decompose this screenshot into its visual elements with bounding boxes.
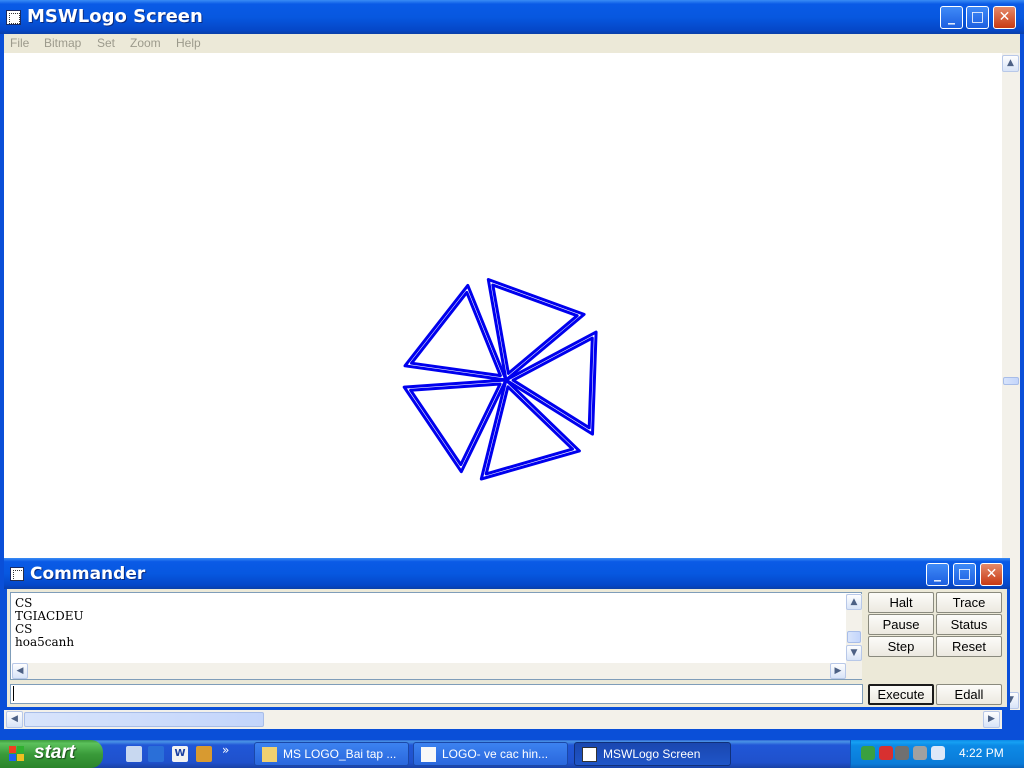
- commander-maximize-button[interactable]: □: [953, 563, 976, 586]
- word-icon[interactable]: W: [172, 746, 188, 762]
- menu-bar: File Bitmap Set Zoom Help: [4, 34, 1020, 53]
- scroll-right-icon[interactable]: ▶: [983, 711, 1000, 728]
- scroll-thumb[interactable]: [24, 712, 264, 727]
- clock[interactable]: 4:22 PM: [959, 746, 1004, 760]
- scroll-left-icon[interactable]: ◀: [6, 711, 23, 728]
- maximize-button[interactable]: □: [966, 6, 989, 29]
- task-logo-document[interactable]: LOGO- ve cac hin...: [413, 742, 568, 766]
- maximize-icon: □: [970, 9, 985, 25]
- close-icon: ✕: [998, 9, 1011, 25]
- ie-icon[interactable]: [148, 746, 164, 762]
- history-line[interactable]: hoa5canh: [15, 636, 84, 649]
- turtle-drawing: [402, 278, 598, 481]
- commander-window: Commander _ □ ✕ CS TGIACDEU CS hoa5canh …: [4, 558, 1010, 710]
- petal-outline: [511, 336, 594, 430]
- reset-button[interactable]: Reset: [936, 636, 1002, 657]
- app-icon[interactable]: [6, 10, 21, 25]
- halt-button[interactable]: Halt: [868, 592, 934, 613]
- windows-logo-icon: [9, 746, 26, 763]
- command-input[interactable]: [10, 684, 863, 704]
- menu-help[interactable]: Help: [176, 36, 201, 50]
- close-button[interactable]: ✕: [993, 6, 1016, 29]
- commander-close-button[interactable]: ✕: [980, 563, 1003, 586]
- history-list: CS TGIACDEU CS hoa5canh: [15, 597, 84, 649]
- history-vertical-scrollbar[interactable]: ▲ ▼: [846, 594, 862, 679]
- quick-launch-overflow[interactable]: »: [222, 743, 229, 757]
- pause-button[interactable]: Pause: [868, 614, 934, 635]
- start-label: start: [34, 742, 76, 763]
- menu-zoom[interactable]: Zoom: [130, 36, 161, 50]
- security-shield-icon[interactable]: [879, 746, 893, 760]
- menu-file[interactable]: File: [10, 36, 29, 50]
- folder-icon: [262, 747, 277, 762]
- main-title-bar[interactable]: MSWLogo Screen _ □ ✕: [0, 0, 1024, 34]
- word-doc-icon: [421, 747, 436, 762]
- edall-button[interactable]: Edall: [936, 684, 1002, 705]
- task-label: LOGO- ve cac hin...: [442, 747, 549, 761]
- step-button[interactable]: Step: [868, 636, 934, 657]
- scroll-down-icon[interactable]: ▼: [846, 645, 862, 661]
- command-history[interactable]: CS TGIACDEU CS hoa5canh ◀ ▶ ▲ ▼: [10, 592, 862, 680]
- menu-bitmap[interactable]: Bitmap: [44, 36, 81, 50]
- execute-button[interactable]: Execute: [868, 684, 934, 705]
- trace-button[interactable]: Trace: [936, 592, 1002, 613]
- commander-title: Commander: [30, 564, 146, 584]
- maximize-icon: □: [957, 566, 972, 582]
- commander-body: CS TGIACDEU CS hoa5canh ◀ ▶ ▲ ▼ Halt Tra…: [7, 589, 1007, 707]
- commander-title-bar[interactable]: Commander _ □ ✕: [4, 558, 1010, 589]
- task-ms-logo-folder[interactable]: MS LOGO_Bai tap ...: [254, 742, 409, 766]
- taskbar: start W » MS LOGO_Bai tap ... LOGO- ve c…: [0, 740, 1024, 768]
- commander-minimize-button[interactable]: _: [926, 563, 949, 586]
- commander-app-icon[interactable]: [10, 567, 24, 581]
- task-label: MSWLogo Screen: [603, 747, 701, 761]
- scroll-left-icon[interactable]: ◀: [12, 663, 28, 679]
- language-icon[interactable]: [931, 746, 945, 760]
- canvas-horizontal-scrollbar[interactable]: ◀ ▶: [4, 710, 1002, 729]
- history-horizontal-scrollbar[interactable]: ◀ ▶: [12, 663, 846, 679]
- scroll-thumb[interactable]: [847, 631, 861, 643]
- task-label: MS LOGO_Bai tap ...: [283, 747, 397, 761]
- display-icon[interactable]: [895, 746, 909, 760]
- app-icon[interactable]: [196, 746, 212, 762]
- minimize-icon: _: [934, 566, 941, 582]
- network-icon[interactable]: [861, 746, 875, 760]
- minimize-button[interactable]: _: [940, 6, 963, 29]
- task-mswlogo-screen[interactable]: MSWLogo Screen: [574, 742, 731, 766]
- system-tray: 4:22 PM: [850, 740, 1024, 768]
- logo-app-icon: [582, 747, 597, 762]
- menu-set[interactable]: Set: [97, 36, 115, 50]
- scroll-up-icon[interactable]: ▲: [846, 594, 862, 610]
- status-button[interactable]: Status: [936, 614, 1002, 635]
- minimize-icon: _: [948, 9, 955, 25]
- scroll-up-icon[interactable]: ▲: [1002, 55, 1019, 72]
- scroll-thumb[interactable]: [1003, 377, 1019, 385]
- volume-icon[interactable]: [913, 746, 927, 760]
- notepad-icon[interactable]: [126, 746, 142, 762]
- main-window-title: MSWLogo Screen: [27, 6, 203, 27]
- start-button[interactable]: start: [0, 740, 103, 768]
- scroll-right-icon[interactable]: ▶: [830, 663, 846, 679]
- close-icon: ✕: [985, 566, 998, 582]
- drawing-canvas[interactable]: [4, 53, 1002, 558]
